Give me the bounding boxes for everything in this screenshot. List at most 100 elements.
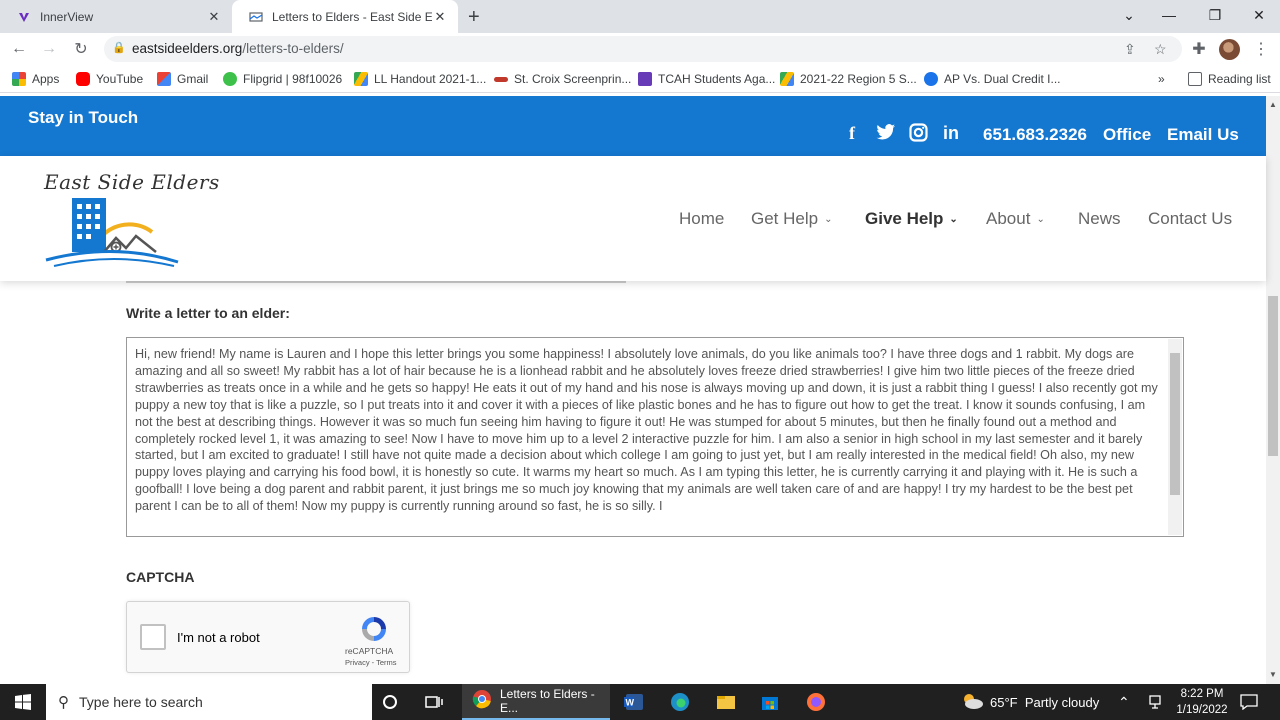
nav-give-help[interactable]: Give Help ⌄: [865, 209, 958, 229]
extensions-icon[interactable]: ✚: [1188, 38, 1210, 60]
file-explorer-icon[interactable]: [708, 684, 744, 720]
restore-icon[interactable]: ❐: [1192, 0, 1238, 30]
recaptcha-icon: [362, 617, 386, 641]
textarea-scrollbar[interactable]: [1168, 339, 1182, 535]
bookmark-ap-dual-credit[interactable]: AP Vs. Dual Credit I...: [924, 72, 1061, 86]
svg-text:W: W: [626, 698, 635, 708]
letter-textarea[interactable]: Hi, new friend! My name is Lauren and I …: [126, 337, 1184, 537]
windows-start-icon[interactable]: [0, 684, 46, 720]
tab-letters-to-elders[interactable]: Letters to Elders - East Side Elders ✕: [232, 0, 458, 33]
chrome-icon: [472, 689, 492, 714]
avatar[interactable]: [1219, 39, 1240, 60]
notifications-icon[interactable]: [1240, 684, 1258, 720]
page-content: Write a letter to an elder: Hi, new frie…: [0, 281, 1266, 684]
edge-icon[interactable]: [662, 684, 698, 720]
close-icon[interactable]: ✕: [432, 9, 448, 25]
store-icon[interactable]: [752, 684, 788, 720]
browser-toolbar: ← → ↻ 🔒 eastsideelders.org/letters-to-el…: [0, 33, 1280, 65]
back-icon[interactable]: ←: [8, 38, 30, 60]
close-icon[interactable]: ✕: [206, 9, 222, 25]
reload-icon[interactable]: ↻: [70, 38, 92, 60]
google-drive-icon: [354, 72, 368, 86]
bookmark-youtube[interactable]: YouTube: [76, 72, 143, 86]
apps-grid-icon: [12, 72, 26, 86]
cortana-icon[interactable]: [372, 684, 408, 720]
firefox-icon[interactable]: [798, 684, 834, 720]
logo-text[interactable]: East Side Elders: [44, 170, 220, 194]
windows-taskbar: ⚲ Type here to search Letters to Elders …: [0, 684, 1280, 720]
close-window-icon[interactable]: ✕: [1236, 0, 1280, 30]
letter-label: Write a letter to an elder:: [126, 305, 290, 321]
office-link[interactable]: Office: [1103, 125, 1151, 145]
bookmark-apps[interactable]: Apps: [12, 72, 59, 86]
instagram-icon[interactable]: [909, 123, 928, 147]
letter-text: Hi, new friend! My name is Lauren and I …: [135, 347, 1158, 514]
linkedin-icon[interactable]: in: [943, 123, 959, 144]
nav-about[interactable]: About ⌄: [986, 209, 1045, 229]
clock-date: 1/19/2022: [1176, 704, 1228, 716]
recaptcha-terms[interactable]: Privacy - Terms: [345, 658, 397, 667]
youtube-icon: [76, 72, 90, 86]
show-hidden-icons-icon[interactable]: ⌃: [1118, 684, 1130, 720]
nav-news[interactable]: News: [1078, 209, 1121, 229]
taskbar-chrome-button[interactable]: Letters to Elders - E...: [462, 684, 610, 720]
menu-icon[interactable]: ⋮: [1250, 38, 1272, 60]
nav-get-help[interactable]: Get Help ⌄: [751, 209, 832, 229]
nav-home[interactable]: Home: [679, 209, 724, 229]
page-scrollbar[interactable]: ▲ ▼: [1266, 96, 1280, 684]
bookmarks-overflow[interactable]: »: [1158, 72, 1165, 86]
bookmarks-bar: Apps YouTube Gmail Flipgrid | 98f10026 L…: [0, 65, 1280, 93]
share-icon[interactable]: ⇪: [1124, 41, 1136, 58]
word-icon[interactable]: W: [616, 684, 652, 720]
taskbar-clock[interactable]: 8:22 PM 1/19/2022: [1172, 686, 1232, 718]
taskbar-search-input[interactable]: ⚲ Type here to search: [46, 684, 372, 720]
bookmark-tcah[interactable]: TCAH Students Aga...: [638, 72, 775, 86]
chevron-down-icon: ⌄: [1036, 213, 1045, 225]
address-bar[interactable]: 🔒 eastsideelders.org/letters-to-elders/ …: [104, 36, 1182, 62]
twitter-icon[interactable]: [876, 123, 896, 146]
scroll-down-icon[interactable]: ▼: [1269, 670, 1277, 679]
task-view-icon[interactable]: [416, 684, 452, 720]
partly-cloudy-icon: [960, 692, 984, 713]
facebook-icon[interactable]: f: [849, 123, 855, 144]
reading-list-icon: [1188, 72, 1202, 86]
bookmark-ll-handout[interactable]: LL Handout 2021-1...: [354, 72, 486, 86]
recaptcha-checkbox[interactable]: [140, 624, 166, 650]
captcha-label: CAPTCHA: [126, 569, 195, 585]
chevron-down-icon: ⌄: [949, 213, 958, 225]
weather-widget[interactable]: 65°F Partly cloudy: [960, 684, 1099, 720]
scroll-up-icon[interactable]: ▲: [1269, 100, 1277, 109]
network-icon[interactable]: [1148, 684, 1162, 720]
forward-icon[interactable]: →: [38, 38, 60, 60]
phone-link[interactable]: 651.683.2326: [983, 125, 1087, 145]
logo-icon[interactable]: [44, 194, 184, 270]
recaptcha-label: I'm not a robot: [177, 630, 260, 645]
page-icon: [248, 9, 264, 25]
recaptcha-brand: reCAPTCHA: [345, 646, 394, 656]
minimize-icon[interactable]: —: [1146, 0, 1192, 30]
reading-list[interactable]: Reading list: [1188, 72, 1271, 86]
bookmark-flipgrid[interactable]: Flipgrid | 98f10026: [223, 72, 342, 86]
scroll-thumb[interactable]: [1170, 353, 1180, 495]
bookmark-gmail[interactable]: Gmail: [157, 72, 208, 86]
tab-title: InnerView: [40, 9, 94, 24]
gmail-icon: [157, 72, 171, 86]
star-icon[interactable]: ☆: [1154, 41, 1167, 58]
weather-text: 65°F Partly cloudy: [990, 694, 1100, 710]
nav-contact-us[interactable]: Contact Us: [1148, 209, 1232, 229]
flipgrid-icon: [223, 72, 237, 86]
chrome-window-label: Letters to Elders - E...: [500, 687, 595, 715]
email-us-link[interactable]: Email Us: [1167, 125, 1239, 145]
search-placeholder: Type here to search: [79, 694, 203, 710]
url-text: eastsideelders.org/letters-to-elders/: [132, 41, 344, 56]
site-icon: [924, 72, 938, 86]
new-tab-icon[interactable]: +: [468, 6, 480, 29]
search-icon: ⚲: [58, 694, 69, 711]
recaptcha-widget: I'm not a robot reCAPTCHA Privacy - Term…: [126, 601, 410, 673]
tab-innerview[interactable]: InnerView ✕: [0, 0, 232, 33]
bookmark-region5[interactable]: 2021-22 Region 5 S...: [780, 72, 917, 86]
bookmark-st-croix[interactable]: St. Croix Screenprin...: [494, 72, 631, 86]
site-header: East Side Elders Home Get Help ⌄ Give Hel…: [0, 156, 1266, 281]
google-drive-icon: [780, 72, 794, 86]
page-scroll-thumb[interactable]: [1268, 296, 1278, 456]
